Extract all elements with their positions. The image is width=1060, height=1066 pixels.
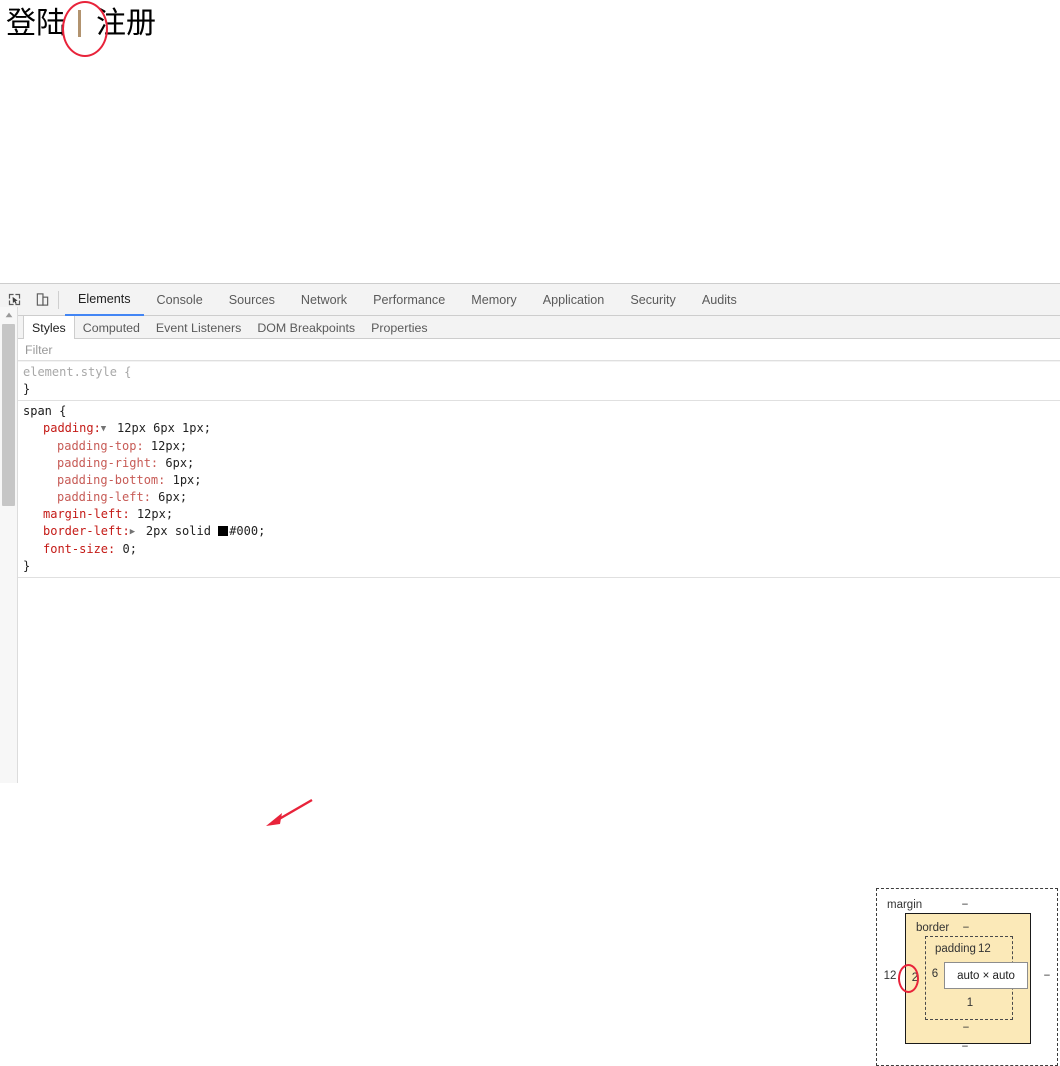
brace-close-element-style: } [23, 382, 31, 396]
rule-span[interactable]: span { padding:▼ 12px 6px 1px; padding-t… [0, 401, 1060, 578]
tab-elements[interactable]: Elements [65, 284, 144, 316]
devtools-toolbar: Elements Console Sources Network Perform… [0, 284, 1060, 316]
declaration-padding-right-name[interactable]: padding-right: [57, 456, 158, 470]
tab-application[interactable]: Application [530, 284, 618, 316]
brace-close-span: } [23, 559, 31, 573]
declaration-border-left-value[interactable]: 2px solid [139, 524, 218, 538]
rule-element-style[interactable]: element.style { } [0, 362, 1060, 401]
box-model-diagram: margin − − 12 − border − − 2 − padding 1… [876, 888, 1058, 1066]
box-model-margin-label: margin [887, 899, 923, 911]
box-model-border-bottom[interactable]: − [958, 1022, 974, 1034]
declaration-padding-left-value[interactable]: 6px; [151, 490, 187, 504]
selector-span: span { [23, 404, 67, 418]
declaration-padding-bottom-name[interactable]: padding-bottom: [57, 473, 165, 487]
box-model-margin-region[interactable]: margin − − 12 − border − − 2 − padding 1… [876, 888, 1058, 1066]
subtab-styles[interactable]: Styles [23, 316, 75, 339]
box-model-margin-left[interactable]: 12 [881, 970, 899, 982]
box-model-padding-label: padding [935, 943, 976, 955]
declaration-padding-name[interactable]: padding: [43, 421, 101, 435]
tab-sources[interactable]: Sources [216, 284, 288, 316]
box-model-border-label: border [916, 922, 950, 934]
box-model-margin-right[interactable]: − [1039, 970, 1055, 982]
tab-audits[interactable]: Audits [689, 284, 750, 316]
box-model-border-region[interactable]: border − − 2 − padding 12 1 6 6 auto × a… [905, 913, 1031, 1044]
styles-rules-pane: element.style { } span { padding:▼ 12px … [0, 362, 1060, 783]
selector-element-style: element.style { [23, 365, 132, 379]
span-border-left-bar [78, 10, 81, 37]
tab-console[interactable]: Console [144, 284, 216, 316]
box-model-padding-top[interactable]: 12 [978, 943, 994, 955]
scrollbar-thumb[interactable] [2, 324, 15, 506]
box-model-border-left[interactable]: 2 [908, 972, 922, 984]
device-toolbar-icon[interactable] [28, 286, 56, 314]
declaration-margin-left-value[interactable]: 12px; [130, 507, 173, 521]
declaration-padding-bottom-value[interactable]: 1px; [165, 473, 202, 487]
box-model-border-top[interactable]: − [958, 922, 974, 934]
declaration-padding-right-value[interactable]: 6px; [158, 456, 194, 470]
tab-performance[interactable]: Performance [360, 284, 458, 316]
subtab-dom-breakpoints[interactable]: DOM Breakpoints [249, 316, 363, 339]
declaration-font-size-name[interactable]: font-size: [43, 542, 115, 556]
styles-sidebar-tabbar: Styles Computed Event Listeners DOM Brea… [0, 316, 1060, 339]
box-model-padding-region[interactable]: padding 12 1 6 6 auto × auto [925, 936, 1028, 1020]
register-text[interactable]: 注册 [96, 6, 156, 41]
expand-triangle-border-left-icon[interactable]: ▶ [130, 524, 139, 541]
box-model-margin-top[interactable]: − [957, 899, 973, 911]
styles-filter-row [0, 339, 1060, 361]
expand-triangle-padding-icon[interactable]: ▼ [101, 421, 110, 438]
declaration-padding-value[interactable]: 12px 6px 1px; [110, 421, 211, 435]
styles-pane-scrollbar[interactable] [0, 307, 18, 783]
rendered-web-page: 登陆 注册 [0, 0, 1060, 283]
box-model-padding-left[interactable]: 6 [928, 968, 942, 980]
tab-memory[interactable]: Memory [458, 284, 529, 316]
declaration-border-left-name[interactable]: border-left: [43, 524, 130, 538]
declaration-padding-top-value[interactable]: 12px; [144, 439, 187, 453]
scroll-up-arrow-icon[interactable] [0, 307, 17, 322]
page-text-line: 登陆 注册 [6, 2, 156, 46]
devtools-main-tabs: Elements Console Sources Network Perform… [65, 284, 750, 316]
declaration-border-left-color[interactable]: #000; [229, 524, 265, 538]
declaration-padding-top-name[interactable]: padding-top: [57, 439, 144, 453]
declaration-margin-left-name[interactable]: margin-left: [43, 507, 130, 521]
toolbar-divider [58, 290, 59, 309]
styles-sidebar-tabs: Styles Computed Event Listeners DOM Brea… [23, 316, 436, 339]
devtools-panel: Elements Console Sources Network Perform… [0, 283, 1060, 1066]
subtab-computed[interactable]: Computed [75, 316, 148, 339]
declaration-font-size-value[interactable]: 0; [115, 542, 136, 556]
subtab-event-listeners[interactable]: Event Listeners [148, 316, 249, 339]
login-text[interactable]: 登陆 [6, 6, 66, 41]
styles-filter-input[interactable] [23, 339, 327, 360]
box-model-content-size[interactable]: auto × auto [944, 962, 1028, 989]
tab-network[interactable]: Network [288, 284, 360, 316]
declaration-padding-left-name[interactable]: padding-left: [57, 490, 151, 504]
color-swatch-icon[interactable] [218, 526, 229, 536]
subtab-properties[interactable]: Properties [363, 316, 435, 339]
box-model-padding-bottom[interactable]: 1 [962, 997, 978, 1009]
red-arrow-annotation [266, 798, 313, 826]
tab-security[interactable]: Security [617, 284, 689, 316]
